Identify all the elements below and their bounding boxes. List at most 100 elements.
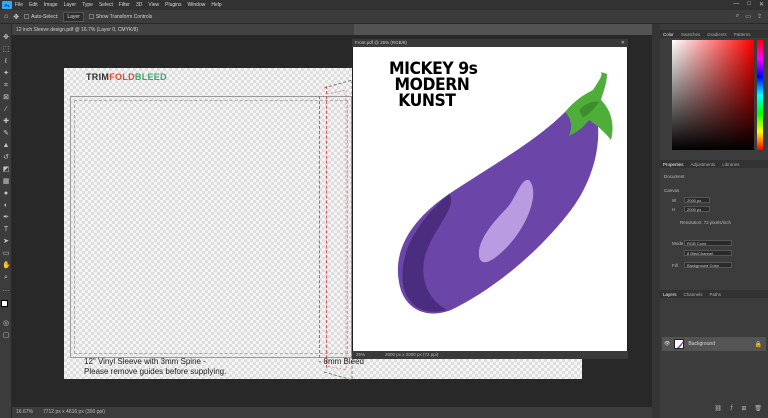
tab-paths[interactable]: Paths [710, 292, 722, 297]
layer-row-background[interactable]: 👁 Background 🔒 [662, 337, 766, 351]
pen-tool-icon[interactable]: ✒ [2, 214, 10, 222]
mode-label: Mode [672, 241, 684, 246]
crop-tool-icon[interactable]: ⌗ [2, 82, 10, 90]
menu-image[interactable]: Image [44, 2, 58, 8]
home-icon[interactable]: ⌂ [4, 13, 8, 20]
document-tab-label: 12 inch Sleeve design.pdf @ 16.7% (Layer… [16, 26, 139, 33]
stamp-tool-icon[interactable]: ▲ [2, 142, 10, 150]
lock-icon[interactable]: 🔒 [755, 341, 762, 348]
menu-layer[interactable]: Layer [64, 2, 77, 8]
path-select-icon[interactable]: ➤ [2, 238, 10, 246]
trash-icon[interactable]: 🗑 [754, 405, 762, 415]
lasso-tool-icon[interactable]: ℓ [2, 58, 10, 66]
status-bar: 16.67% 7712 px x 4616 px (300 ppi) [12, 407, 652, 418]
visibility-eye-icon[interactable]: 👁 [664, 341, 670, 347]
fill-label: Fill [672, 263, 678, 268]
auto-select-dropdown[interactable]: Layer [63, 11, 84, 22]
width-field[interactable]: 2000 px [684, 197, 710, 203]
width-label: W [672, 198, 677, 203]
floating-window-title: Front.pdf @ 25% (RGB/8) [355, 40, 407, 45]
brush-tool-icon[interactable]: ✎ [2, 130, 10, 138]
auto-select-checkbox[interactable] [24, 13, 30, 19]
document-size-info: 7712 px x 4616 px (300 ppi) [42, 409, 105, 415]
history-brush-icon[interactable]: ↺ [2, 154, 10, 162]
fx-icon[interactable]: ƒ [730, 405, 733, 415]
tab-channels[interactable]: Channels [684, 292, 703, 297]
hue-slider[interactable] [757, 40, 763, 150]
tab-properties[interactable]: Properties [663, 162, 684, 167]
show-transform-label: Show Transform Controls [95, 13, 153, 20]
trimfoldbleed-logo: TRIMFOLDBLEED [86, 72, 167, 82]
properties-panel-tabs: Properties Adjustments Libraries [660, 160, 768, 168]
menu-type[interactable]: Type [82, 2, 93, 8]
auto-select-label: Auto-Select: [31, 13, 59, 20]
sleeve-caption-line1: 12" Vinyl Sleeve with 3mm Spine - - 8mm … [84, 357, 364, 366]
magic-wand-tool-icon[interactable]: ✦ [2, 70, 10, 78]
floating-window-close-icon[interactable]: ✕ [621, 39, 625, 47]
gradient-tool-icon[interactable]: ▦ [2, 178, 10, 186]
move-tool-icon[interactable]: ✥ [13, 13, 19, 21]
color-picker-field[interactable] [672, 40, 754, 150]
tools-panel: ✥ ⬚ ℓ ✦ ⌗ ⊠ ⁄ ✚ ✎ ▲ ↺ ◩ ▦ ● ◐ ✒ T ➤ ▭ ✋ … [0, 24, 12, 418]
menu-file[interactable]: File [15, 2, 23, 8]
menu-select[interactable]: Select [99, 2, 113, 8]
tab-libraries[interactable]: Libraries [722, 162, 739, 167]
photoshop-logo: Ps [2, 1, 12, 9]
tab-swatches[interactable]: Swatches [681, 32, 701, 37]
type-tool-icon[interactable]: T [2, 226, 10, 234]
floating-zoom-level[interactable]: 25% [356, 351, 365, 359]
tab-layers[interactable]: Layers [663, 292, 677, 297]
spine-guide-line [319, 96, 320, 358]
new-layer-icon[interactable]: ⊞ [741, 405, 746, 415]
document-label: Document [664, 174, 685, 179]
menu-3d[interactable]: 3D [136, 2, 142, 8]
blur-tool-icon[interactable]: ● [2, 190, 10, 198]
maximize-button[interactable]: □ [747, 1, 751, 8]
close-button[interactable]: ✕ [759, 1, 764, 8]
mode-dropdown[interactable]: RGB Color [684, 240, 732, 246]
show-transform-checkbox[interactable] [88, 13, 94, 19]
shape-tool-icon[interactable]: ▭ [2, 250, 10, 258]
bit-depth-dropdown[interactable]: 8 Bits/Channel [684, 250, 732, 256]
floating-window-statusbar: 25% 2000 px x 2000 px (72 ppi) [352, 351, 628, 359]
menu-window[interactable]: Window [188, 2, 206, 8]
screen-mode-icon[interactable]: ▢ [2, 332, 10, 340]
more-tools-icon[interactable]: … [2, 286, 10, 294]
tab-adjustments[interactable]: Adjustments [691, 162, 716, 167]
height-field[interactable]: 2000 px [684, 206, 710, 212]
tab-patterns[interactable]: Patterns [734, 32, 751, 37]
zoom-level[interactable]: 16.67% [16, 407, 33, 418]
eraser-tool-icon[interactable]: ◩ [2, 166, 10, 174]
foreground-color-swatch[interactable] [1, 300, 8, 307]
menu-view[interactable]: View [148, 2, 159, 8]
eggplant-illustration [397, 72, 613, 314]
tab-color[interactable]: Color [663, 32, 674, 37]
frame-tool-icon[interactable]: ⊠ [2, 94, 10, 102]
layer-name: Background [688, 341, 716, 347]
resolution-text: Resolution: 72 pixels/inch [680, 220, 732, 225]
link-layers-icon[interactable]: ⛓ [714, 405, 722, 415]
healing-tool-icon[interactable]: ✚ [2, 118, 10, 126]
menu-filter[interactable]: Filter [119, 2, 130, 8]
sleeve-caption-left: 12" Vinyl Sleeve with 3mm Spine - [84, 357, 206, 366]
fill-dropdown[interactable]: Background Color [684, 262, 732, 268]
tab-gradients[interactable]: Gradients [707, 32, 727, 37]
dodge-tool-icon[interactable]: ◐ [2, 202, 10, 210]
floating-window-titlebar[interactable]: Front.pdf @ 25% (RGB/8) ✕ [352, 39, 628, 47]
panel-icon-strip [652, 24, 660, 418]
menu-edit[interactable]: Edit [29, 2, 38, 8]
share-icon[interactable]: ⇪ [757, 13, 762, 20]
search-icon[interactable]: ⌕ [736, 13, 739, 20]
marquee-tool-icon[interactable]: ⬚ [2, 46, 10, 54]
eyedropper-tool-icon[interactable]: ⁄ [2, 106, 10, 114]
sleeve-caption-line2: Please remove guides before supplying. [84, 367, 227, 376]
menu-plugins[interactable]: Plugins [165, 2, 181, 8]
move-tool-icon[interactable]: ✥ [2, 34, 10, 42]
minimize-button[interactable]: — [733, 1, 739, 8]
workspace-icon[interactable]: ▭ [745, 13, 751, 20]
document-tab[interactable]: 12 inch Sleeve design.pdf @ 16.7% (Layer… [12, 24, 354, 35]
menu-help[interactable]: Help [211, 2, 221, 8]
zoom-tool-icon[interactable]: ⌕ [2, 274, 10, 282]
hand-tool-icon[interactable]: ✋ [2, 262, 11, 270]
quick-mask-icon[interactable]: ◎ [2, 320, 10, 328]
